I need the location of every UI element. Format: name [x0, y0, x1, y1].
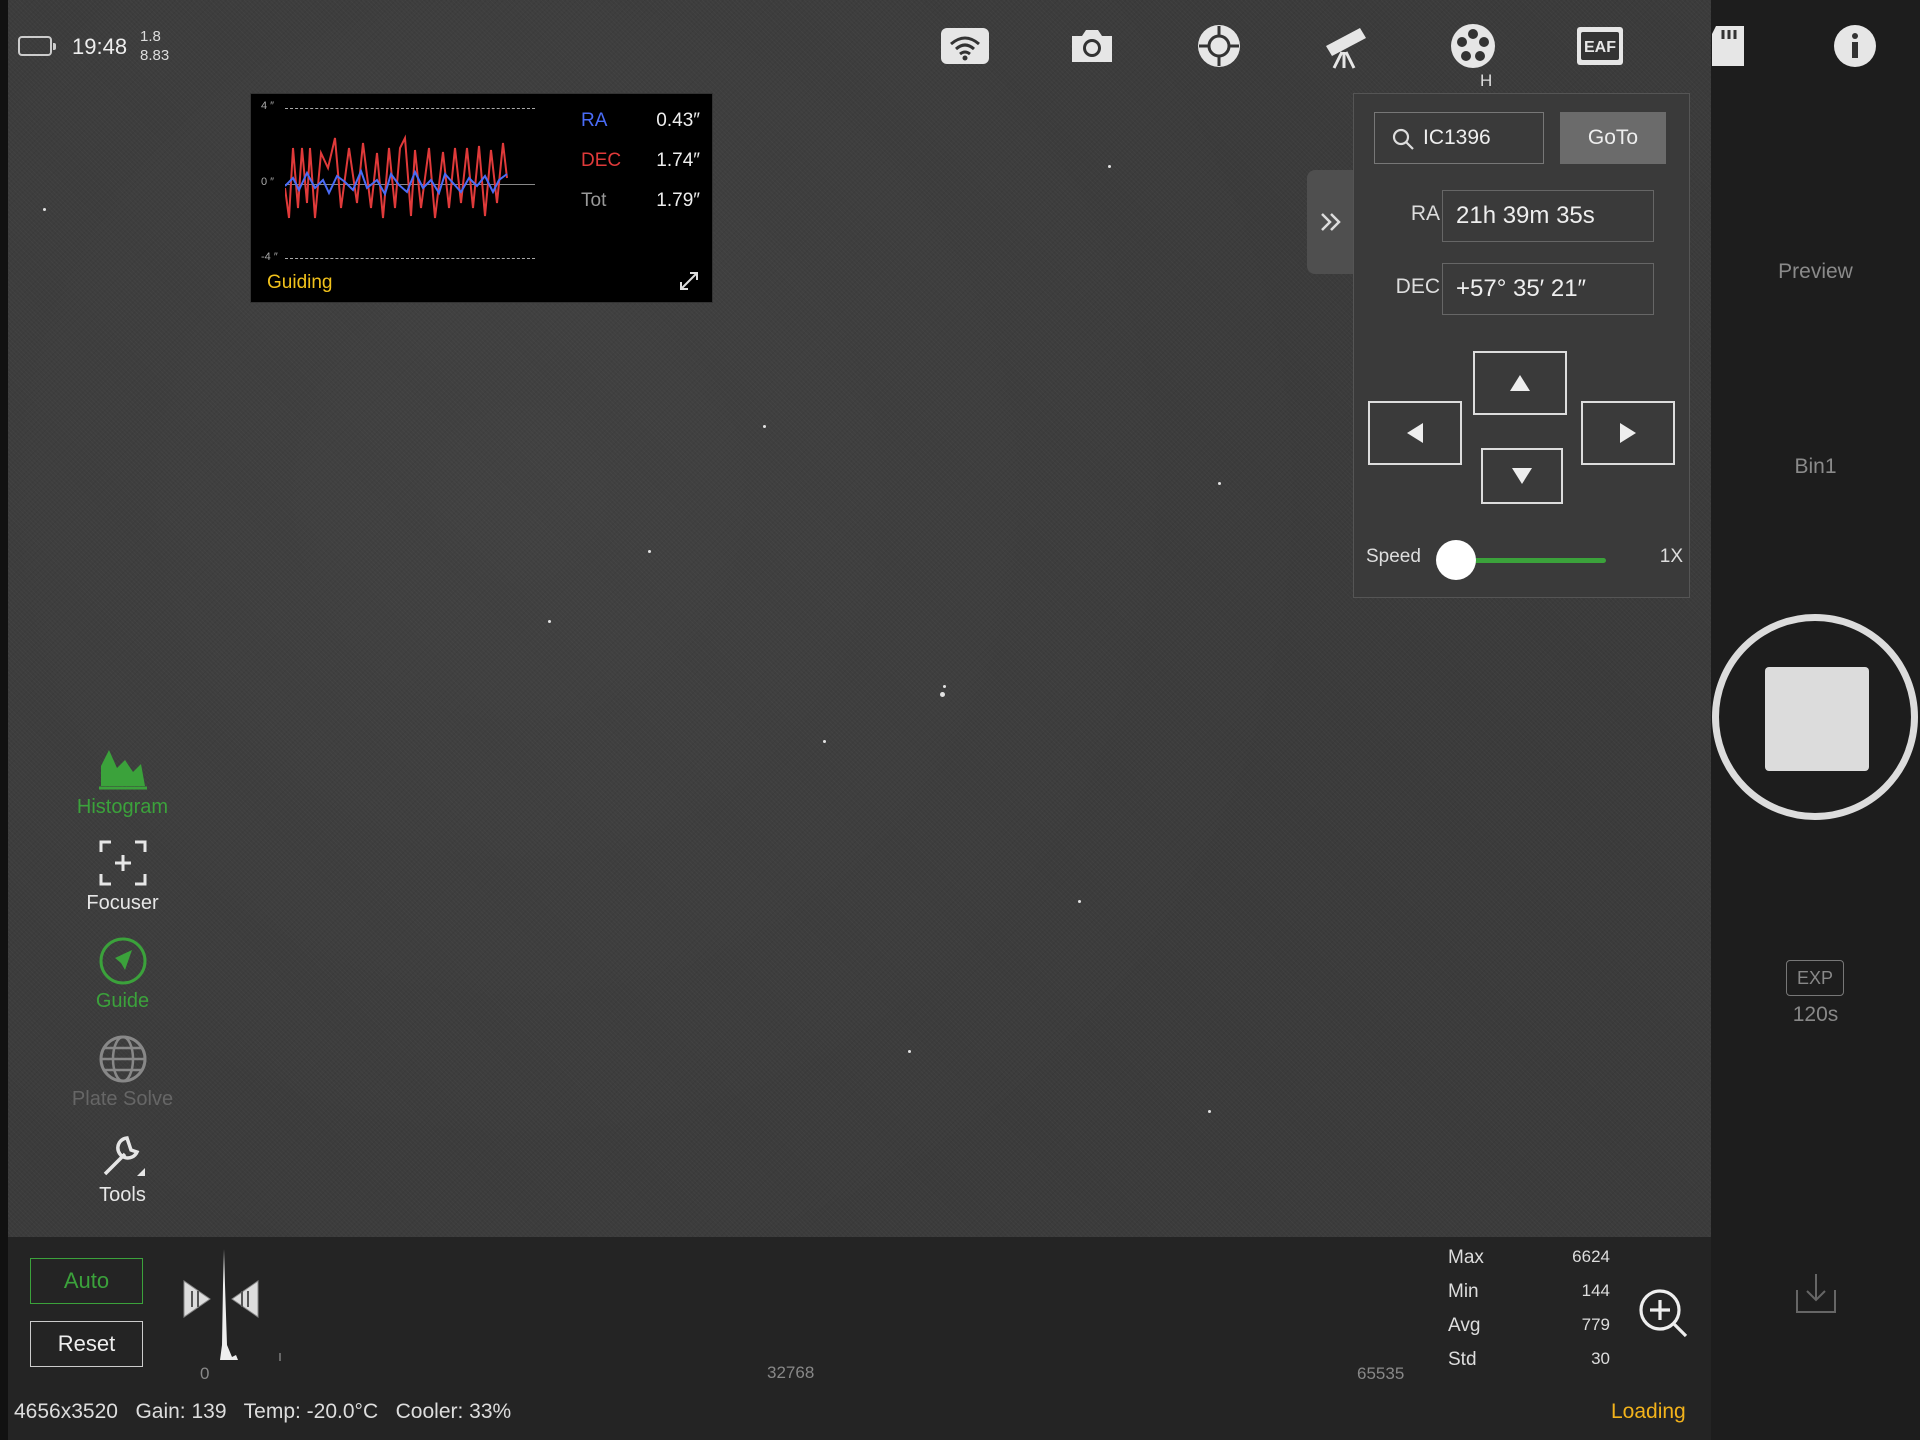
- move-east-button[interactable]: [1581, 401, 1675, 465]
- stat-std-label: Std: [1448, 1349, 1477, 1370]
- speed-value: 1X: [1659, 546, 1683, 567]
- sd-card-icon[interactable]: [1701, 20, 1759, 72]
- focus-frame-icon: [99, 840, 146, 886]
- expand-icon[interactable]: [678, 270, 700, 292]
- exposure-badge[interactable]: EXP: [1786, 960, 1844, 996]
- temperature-text: Temp: -20.0°C: [243, 1400, 379, 1423]
- histogram-tool[interactable]: Histogram: [60, 742, 185, 819]
- telescope-icon[interactable]: [1317, 20, 1375, 72]
- plate-solve-tool[interactable]: Plate Solve: [60, 1034, 185, 1111]
- preview-mode-button[interactable]: Preview: [1711, 260, 1920, 284]
- stat-min-value: 144: [1581, 1281, 1610, 1300]
- histogram-icon: [98, 750, 147, 790]
- info-icon[interactable]: [1826, 20, 1884, 72]
- search-icon: [1392, 128, 1414, 150]
- stat-std-value: 30: [1591, 1349, 1610, 1368]
- cooler-text: Cooler: 33%: [395, 1400, 512, 1423]
- move-west-button[interactable]: [1368, 401, 1462, 465]
- move-south-button[interactable]: [1481, 448, 1563, 504]
- guide-dec-value: 1.74″: [656, 150, 700, 171]
- globe-icon: [99, 1035, 146, 1083]
- clock-time: 19:48: [72, 34, 128, 59]
- capture-stop-button[interactable]: [1712, 614, 1918, 820]
- mount-control-panel: IC1396 GoTo RA 21h 39m 35s DEC +57° 35′ …: [1353, 93, 1690, 598]
- guide-tick-bottom: -4 ″: [261, 251, 278, 263]
- stat-max-value: 6624: [1572, 1247, 1610, 1266]
- guide-tool[interactable]: Guide: [60, 936, 185, 1013]
- move-north-button[interactable]: [1473, 351, 1567, 415]
- guide-ra-value: 0.43″: [656, 110, 700, 131]
- guide-tool-label: Guide: [95, 990, 150, 1012]
- target-search-input[interactable]: IC1396: [1374, 112, 1544, 164]
- guide-scope-icon[interactable]: [1190, 20, 1248, 72]
- filter-letter: H: [1480, 71, 1493, 90]
- guiding-graph-panel[interactable]: 4 ″ 0 ″ -4 ″ RA 0.43″ DEC 1.74″ Tot 1.79…: [250, 93, 713, 303]
- exposure-value[interactable]: 120s: [1711, 1003, 1920, 1027]
- filter-wheel-icon[interactable]: [1444, 20, 1502, 72]
- guide-plot: [285, 134, 508, 219]
- collapse-panel-tab[interactable]: [1307, 170, 1355, 274]
- histogram-curve[interactable]: [180, 1245, 290, 1365]
- stat-avg-label: Avg: [1448, 1315, 1481, 1336]
- triangle-down-icon: [1512, 468, 1532, 484]
- guide-grid-bottom: [285, 258, 535, 259]
- camera-icon[interactable]: [1063, 20, 1121, 72]
- search-value: IC1396: [1423, 126, 1491, 149]
- tools-menu-label: Tools: [99, 1184, 146, 1206]
- battery-icon: [18, 36, 56, 56]
- dec-label: DEC: [1395, 275, 1440, 298]
- dec-series-line: [285, 134, 508, 219]
- histogram-axis-max: 65535: [1357, 1364, 1405, 1383]
- bin-mode-button[interactable]: Bin1: [1711, 455, 1920, 479]
- guide-tot-label: Tot: [581, 190, 607, 211]
- speed-slider-track[interactable]: [1456, 558, 1606, 563]
- version-bottom: 8.83: [140, 47, 170, 64]
- eaf-icon[interactable]: EAF: [1571, 20, 1629, 72]
- wifi-icon[interactable]: [936, 20, 994, 72]
- gain-text: Gain: 139: [135, 1400, 227, 1423]
- compass-arrow-icon: [99, 937, 146, 985]
- stop-square-icon: [1765, 667, 1869, 771]
- focuser-tool[interactable]: Focuser: [60, 838, 185, 915]
- guiding-title: Guiding: [267, 272, 333, 293]
- guide-dec-label: DEC: [581, 150, 622, 171]
- triangle-right-icon: [1620, 423, 1636, 443]
- speed-slider-knob[interactable]: [1436, 540, 1476, 580]
- svg-text:EAF: EAF: [1584, 39, 1616, 56]
- histogram-tool-label: Histogram: [76, 796, 169, 818]
- histogram-axis-mid: 32768: [767, 1363, 815, 1382]
- tools-menu[interactable]: Tools: [60, 1130, 185, 1207]
- zoom-in-icon[interactable]: [1636, 1286, 1690, 1340]
- plate-solve-tool-label: Plate Solve: [71, 1088, 174, 1110]
- guide-tot-value: 1.79″: [656, 190, 700, 211]
- left-edge: [0, 0, 8, 1440]
- dec-field[interactable]: +57° 35′ 21″: [1442, 263, 1654, 315]
- ra-label: RA: [1410, 202, 1440, 225]
- version-top: 1.8: [140, 28, 161, 45]
- speed-label: Speed: [1366, 546, 1421, 567]
- download-icon[interactable]: [1793, 1270, 1839, 1316]
- triangle-up-icon: [1510, 375, 1530, 391]
- histogram-axis-min: 0: [200, 1364, 210, 1383]
- guide-ra-label: RA: [581, 110, 608, 131]
- stat-max-label: Max: [1448, 1247, 1484, 1268]
- guide-tick-mid: 0 ″: [261, 176, 275, 188]
- triangle-left-icon: [1407, 423, 1423, 443]
- double-chevron-right-icon: [1321, 213, 1341, 231]
- camera-status-line: 4656x3520 Gain: 139 Temp: -20.0°C Cooler…: [14, 1400, 511, 1424]
- guide-tick-top: 4 ″: [261, 100, 275, 112]
- resolution-text: 4656x3520: [14, 1400, 118, 1423]
- focuser-tool-label: Focuser: [86, 892, 159, 914]
- ra-field[interactable]: 21h 39m 35s: [1442, 190, 1654, 242]
- reset-stretch-button[interactable]: Reset: [30, 1321, 143, 1367]
- goto-button[interactable]: GoTo: [1560, 112, 1666, 164]
- stat-min-label: Min: [1448, 1281, 1479, 1302]
- loading-status: Loading: [1611, 1400, 1686, 1423]
- stat-avg-value: 779: [1581, 1315, 1610, 1334]
- auto-stretch-button[interactable]: Auto: [30, 1258, 143, 1304]
- wrench-icon: [103, 1136, 145, 1176]
